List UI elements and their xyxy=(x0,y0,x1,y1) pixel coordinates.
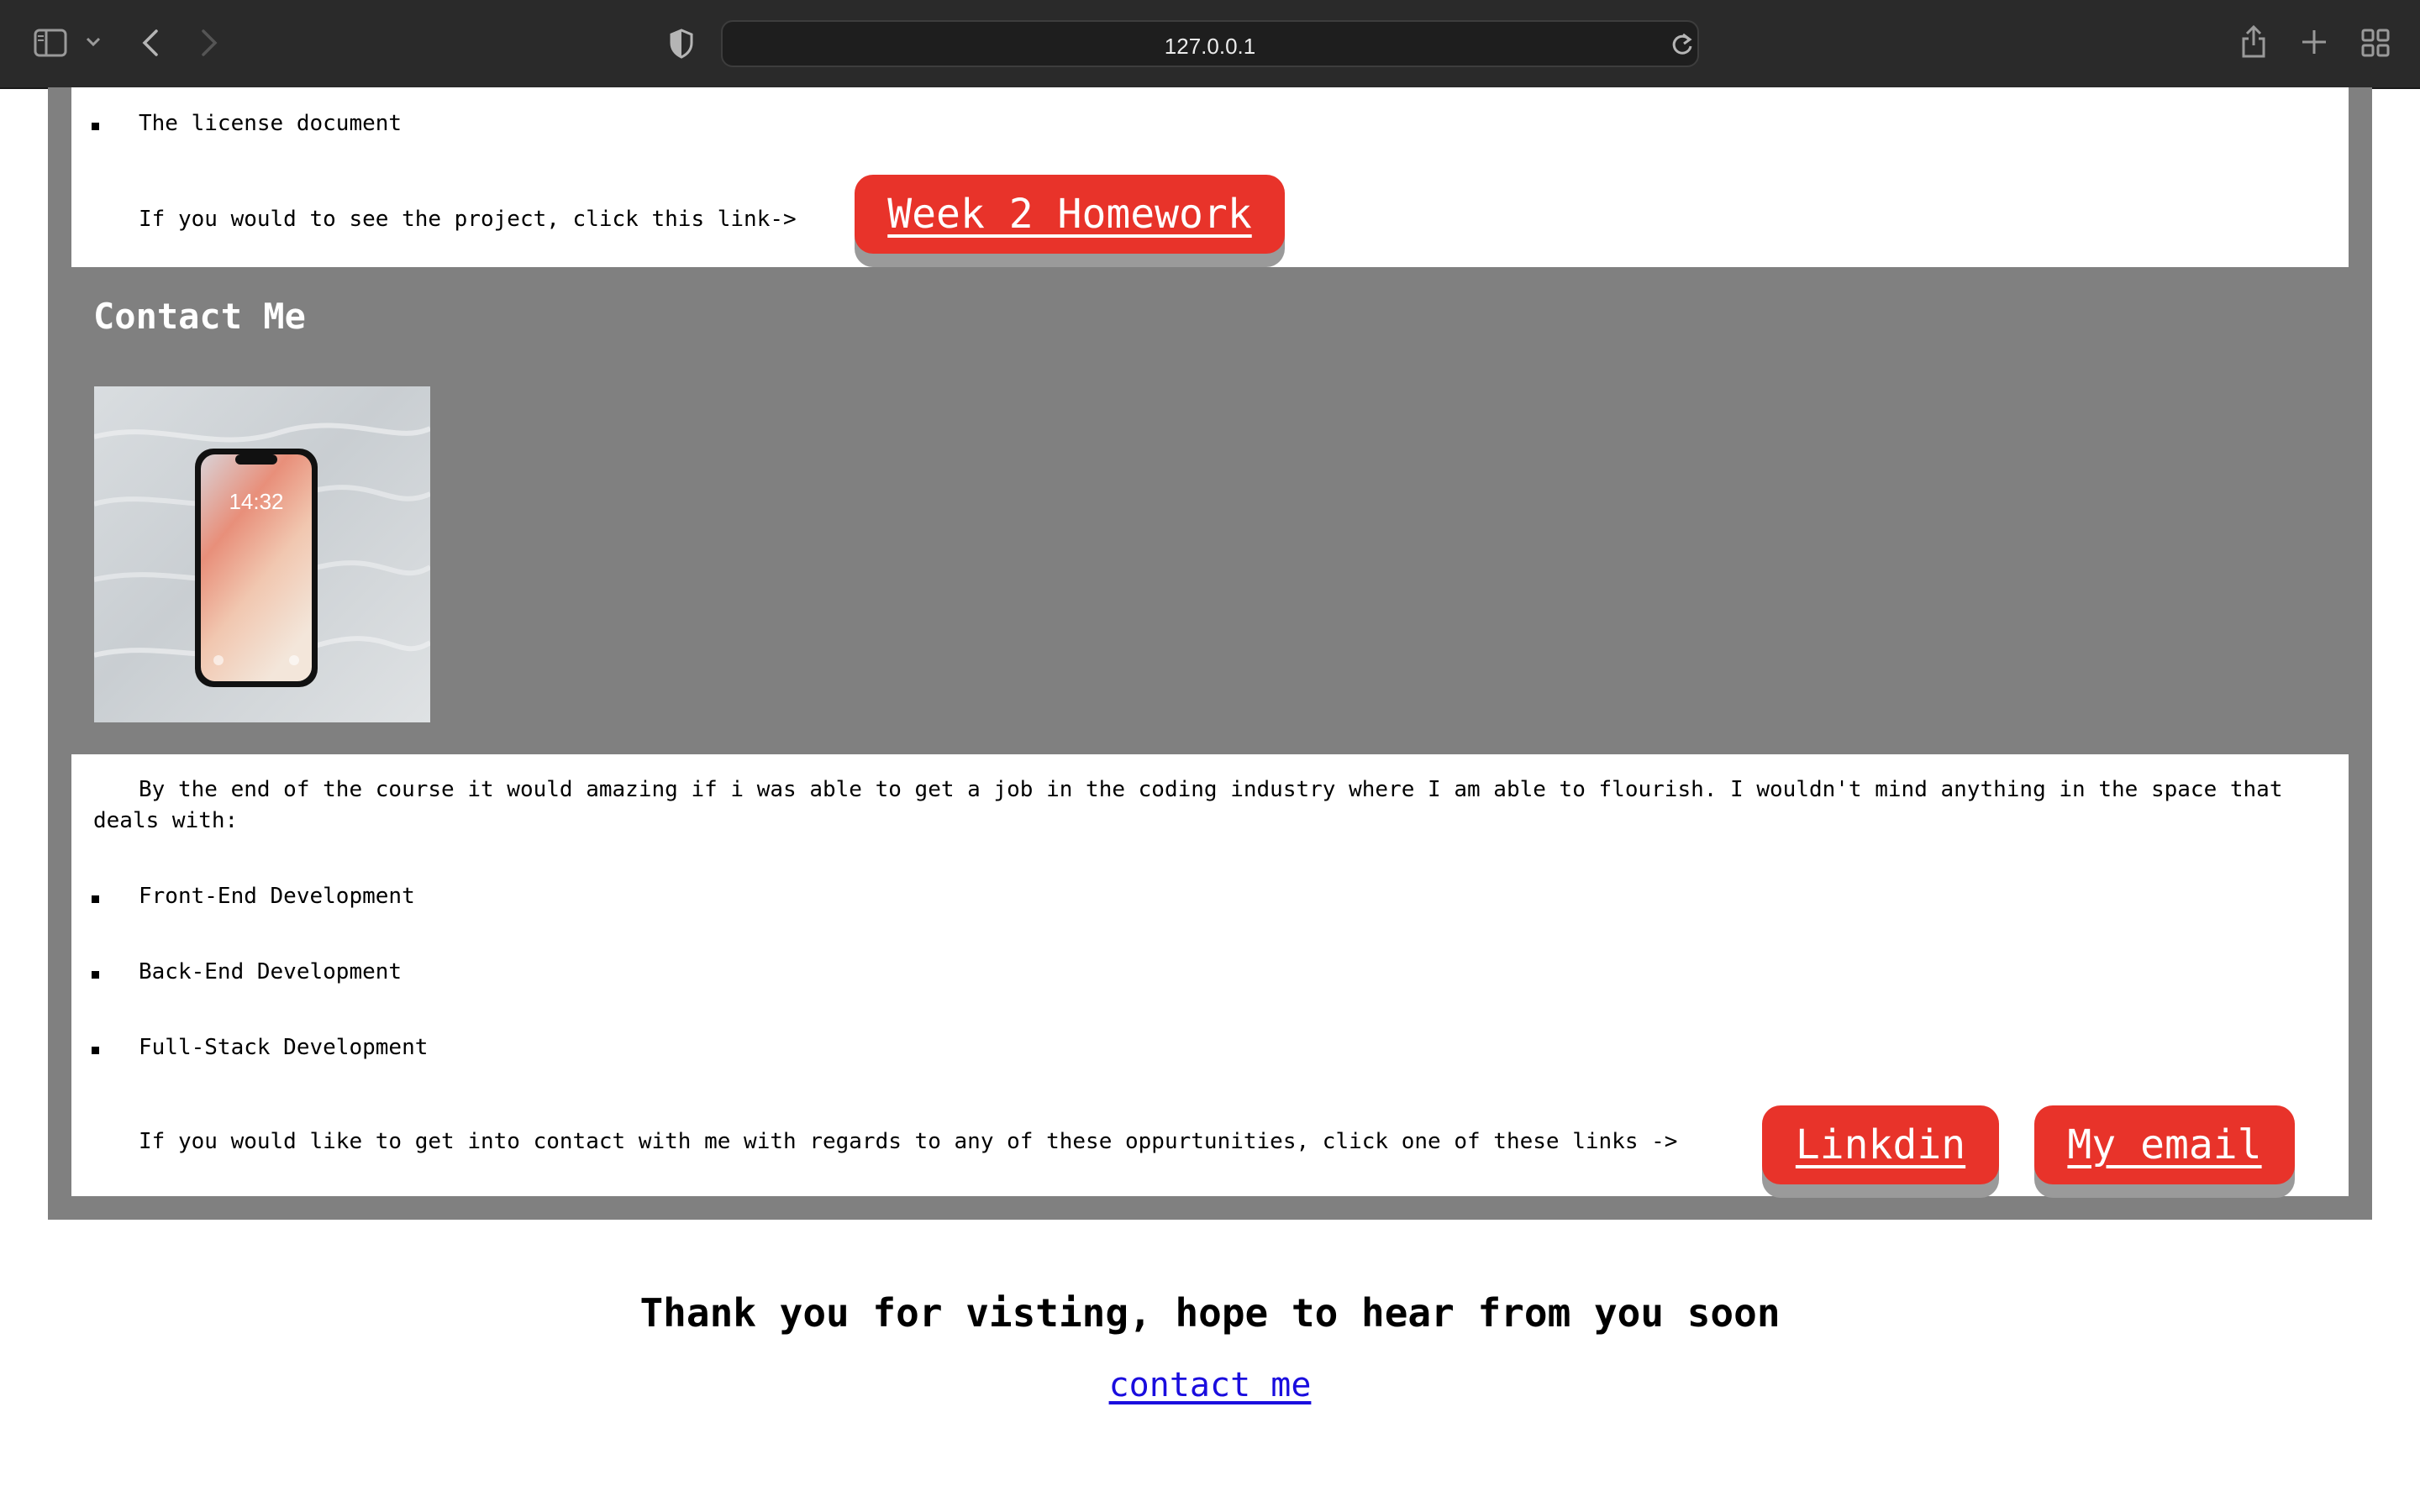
tab-overview-icon[interactable] xyxy=(2361,29,2390,57)
browser-toolbar: 127.0.0.1 xyxy=(0,0,2420,89)
contact-me-heading: Contact Me xyxy=(93,296,306,337)
goals-panel: By the end of the course it would amazin… xyxy=(71,754,2349,1196)
list-bullet xyxy=(92,971,99,979)
new-tab-icon[interactable] xyxy=(2301,29,2328,55)
week-2-homework-button[interactable]: Week 2 Homework xyxy=(855,175,1285,254)
list-item-full-stack: Full-Stack Development xyxy=(139,1035,429,1060)
contact-me-link[interactable]: contact me xyxy=(0,1366,2420,1404)
list-bullet xyxy=(92,1047,99,1054)
list-item-back-end: Back-End Development xyxy=(139,959,402,984)
list-item-license: The license document xyxy=(139,111,402,136)
phone-clock: 14:32 xyxy=(229,489,283,514)
forward-arrow-icon[interactable] xyxy=(200,29,218,57)
list-item-front-end: Front-End Development xyxy=(139,884,415,909)
phone-photo: 14:32 xyxy=(94,386,430,722)
address-url[interactable]: 127.0.0.1 xyxy=(723,34,1697,60)
list-bullet xyxy=(92,123,99,130)
goals-paragraph: By the end of the course it would amazin… xyxy=(93,777,2283,833)
thank-you-heading: Thank you for visting, hope to hear from… xyxy=(639,1290,1781,1336)
sidebar-icon[interactable] xyxy=(34,29,67,57)
chevron-down-icon[interactable] xyxy=(86,37,101,47)
back-arrow-icon[interactable] xyxy=(141,29,160,57)
list-bullet xyxy=(92,895,99,903)
linkedin-button[interactable]: Linkdin xyxy=(1762,1105,1999,1184)
project-panel: The license document If you would to see… xyxy=(71,87,2349,267)
project-prompt: If you would to see the project, click t… xyxy=(139,207,797,232)
share-icon[interactable] xyxy=(2240,24,2267,59)
reload-icon[interactable] xyxy=(1670,32,1694,57)
content-wrapper: The license document If you would to see… xyxy=(48,87,2372,1220)
shield-icon[interactable] xyxy=(669,29,694,59)
address-bar[interactable]: 127.0.0.1 xyxy=(721,20,1699,67)
email-button[interactable]: My email xyxy=(2034,1105,2295,1184)
contact-prompt: If you would like to get into contact wi… xyxy=(139,1129,1678,1154)
